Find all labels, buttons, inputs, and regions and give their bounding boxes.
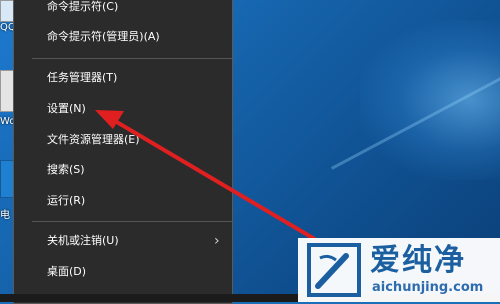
menu-item-search[interactable]: 搜索(S) — [14, 158, 232, 182]
menu-item-label: 搜索(S) — [47, 163, 85, 176]
winx-context-menu: 命令提示符(C) 命令提示符(管理员)(A) 任务管理器(T) 设置(N) 文件… — [13, 0, 233, 304]
menu-item-label: 任务管理器(T) — [47, 71, 118, 84]
desktop-icon-label: 电 — [0, 210, 10, 221]
menu-item-run[interactable]: 运行(R) — [14, 189, 232, 213]
menu-item-label: 关机或注销(U) — [47, 234, 119, 247]
menu-item-file-explorer[interactable]: 文件资源管理器(E) — [14, 128, 232, 152]
wallpaper-glow — [360, 20, 500, 180]
watermark-text-cn: 爱纯净 — [370, 243, 466, 278]
menu-separator — [32, 221, 232, 222]
menu-item-label: 运行(R) — [47, 194, 86, 207]
menu-item-label: 桌面(D) — [47, 265, 87, 278]
menu-item-command-prompt-admin[interactable]: 命令提示符(管理员)(A) — [14, 25, 232, 49]
menu-item-task-manager[interactable]: 任务管理器(T) — [14, 66, 232, 90]
watermark-logo-icon — [307, 243, 361, 297]
menu-item-command-prompt[interactable]: 命令提示符(C) — [14, 0, 232, 19]
watermark: 爱纯净 aichunjing.com — [298, 238, 500, 302]
menu-item-label: 文件资源管理器(E) — [47, 133, 140, 146]
chevron-right-icon: › — [214, 233, 220, 249]
menu-item-desktop[interactable]: 桌面(D) — [14, 260, 232, 284]
menu-item-label: 命令提示符(管理员)(A) — [47, 30, 160, 43]
menu-item-shutdown-signout[interactable]: 关机或注销(U) › — [14, 229, 232, 253]
watermark-text-en: aichunjing.com — [372, 280, 484, 295]
menu-item-label: 设置(N) — [47, 102, 86, 115]
menu-item-label: 命令提示符(C) — [47, 0, 119, 13]
menu-separator — [32, 58, 232, 59]
menu-item-settings[interactable]: 设置(N) — [14, 97, 232, 121]
